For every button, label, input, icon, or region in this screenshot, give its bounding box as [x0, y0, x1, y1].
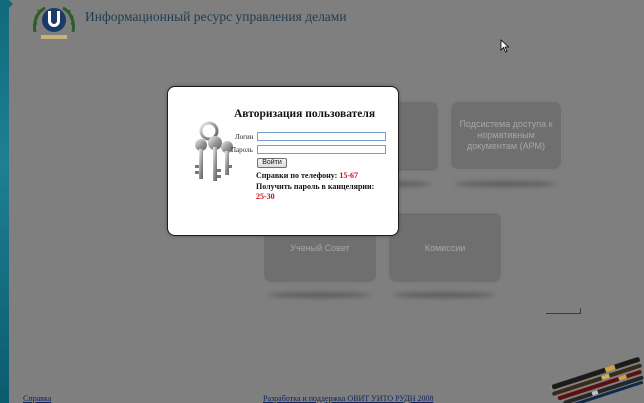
- university-logo-icon: [33, 6, 75, 39]
- keys-icon: [195, 121, 233, 181]
- help-link[interactable]: Справка: [23, 394, 51, 403]
- login-label: Логин: [235, 133, 254, 141]
- login-input[interactable]: [257, 132, 386, 141]
- tile-shadow: [455, 181, 557, 187]
- phone-info: Справки по телефону: 15-67: [256, 171, 358, 180]
- dialog-title: Авторизация пользователя: [234, 108, 376, 120]
- phone-number: 15-67: [339, 171, 358, 180]
- login-button[interactable]: Войти: [257, 158, 287, 168]
- password-label: Пароль: [231, 146, 253, 154]
- pens-icon: [548, 357, 644, 403]
- password-input[interactable]: [257, 145, 386, 154]
- divider-line: [546, 313, 581, 314]
- office-number: 25-30: [256, 192, 275, 201]
- mouse-cursor-icon: [500, 39, 510, 53]
- tile-shadow: [268, 292, 370, 298]
- menu-tile-arm[interactable]: Подсистема доступа к нормативным докумен…: [450, 101, 562, 170]
- app-title: Информационный ресурс управления делами: [85, 9, 347, 24]
- divider-tick: [580, 308, 581, 314]
- menu-tile-commissions[interactable]: Комиссии: [388, 212, 502, 283]
- office-info-text: Получить пароль в канцелярии:: [256, 182, 375, 191]
- tile-shadow: [393, 292, 495, 298]
- credits-link[interactable]: Разработка и поддержка ОВИТ УИТО РУДН 20…: [263, 394, 433, 403]
- phone-info-text: Справки по телефону:: [256, 171, 338, 180]
- left-accent-strip: [0, 0, 13, 403]
- login-dialog: Авторизация пользователя Логин Пароль Во…: [168, 87, 398, 235]
